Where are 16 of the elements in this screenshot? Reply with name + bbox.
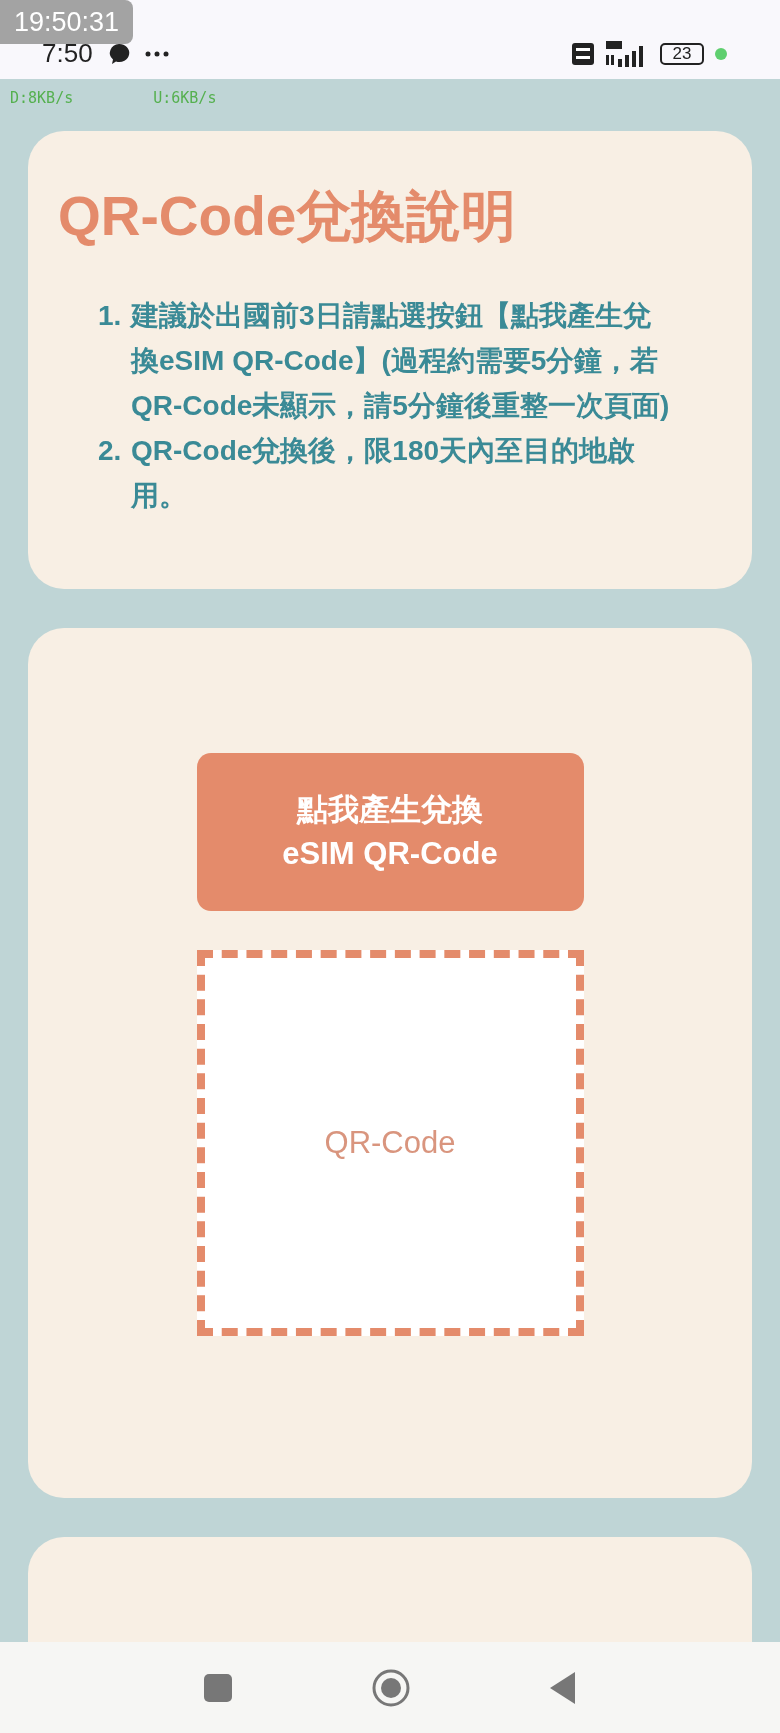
battery-indicator: 23 — [660, 42, 704, 65]
back-icon[interactable] — [550, 1671, 576, 1704]
more-icon — [144, 50, 169, 57]
upload-speed: U:6KB/s — [153, 88, 217, 110]
download-speed: D:8KB/s — [10, 88, 74, 110]
recording-clock: 19:50:31 — [0, 0, 133, 44]
instruction-text: 建議於出國前3日請點選按鈕【點我產生兌換eSIM QR-Code】(過程約需要5分鐘，若QR-Code未顯示，請5分鐘後重整一次頁面) — [131, 299, 670, 423]
instructions-title: QR-Code兌換說明 — [58, 184, 518, 249]
instruction-text: QR-Code兌換後，限180天內至目的地啟用。 — [131, 434, 637, 513]
status-dot-icon — [714, 46, 728, 61]
recents-icon[interactable] — [204, 1673, 232, 1702]
list-number: 2. — [98, 434, 123, 468]
home-icon[interactable] — [372, 1668, 410, 1707]
qr-code-placeholder-text: QR-Code — [324, 1123, 456, 1162]
list-number: 1. — [98, 299, 123, 333]
generate-qr-button[interactable]: 點我產生兌換 eSIM QR-Code — [196, 753, 584, 911]
